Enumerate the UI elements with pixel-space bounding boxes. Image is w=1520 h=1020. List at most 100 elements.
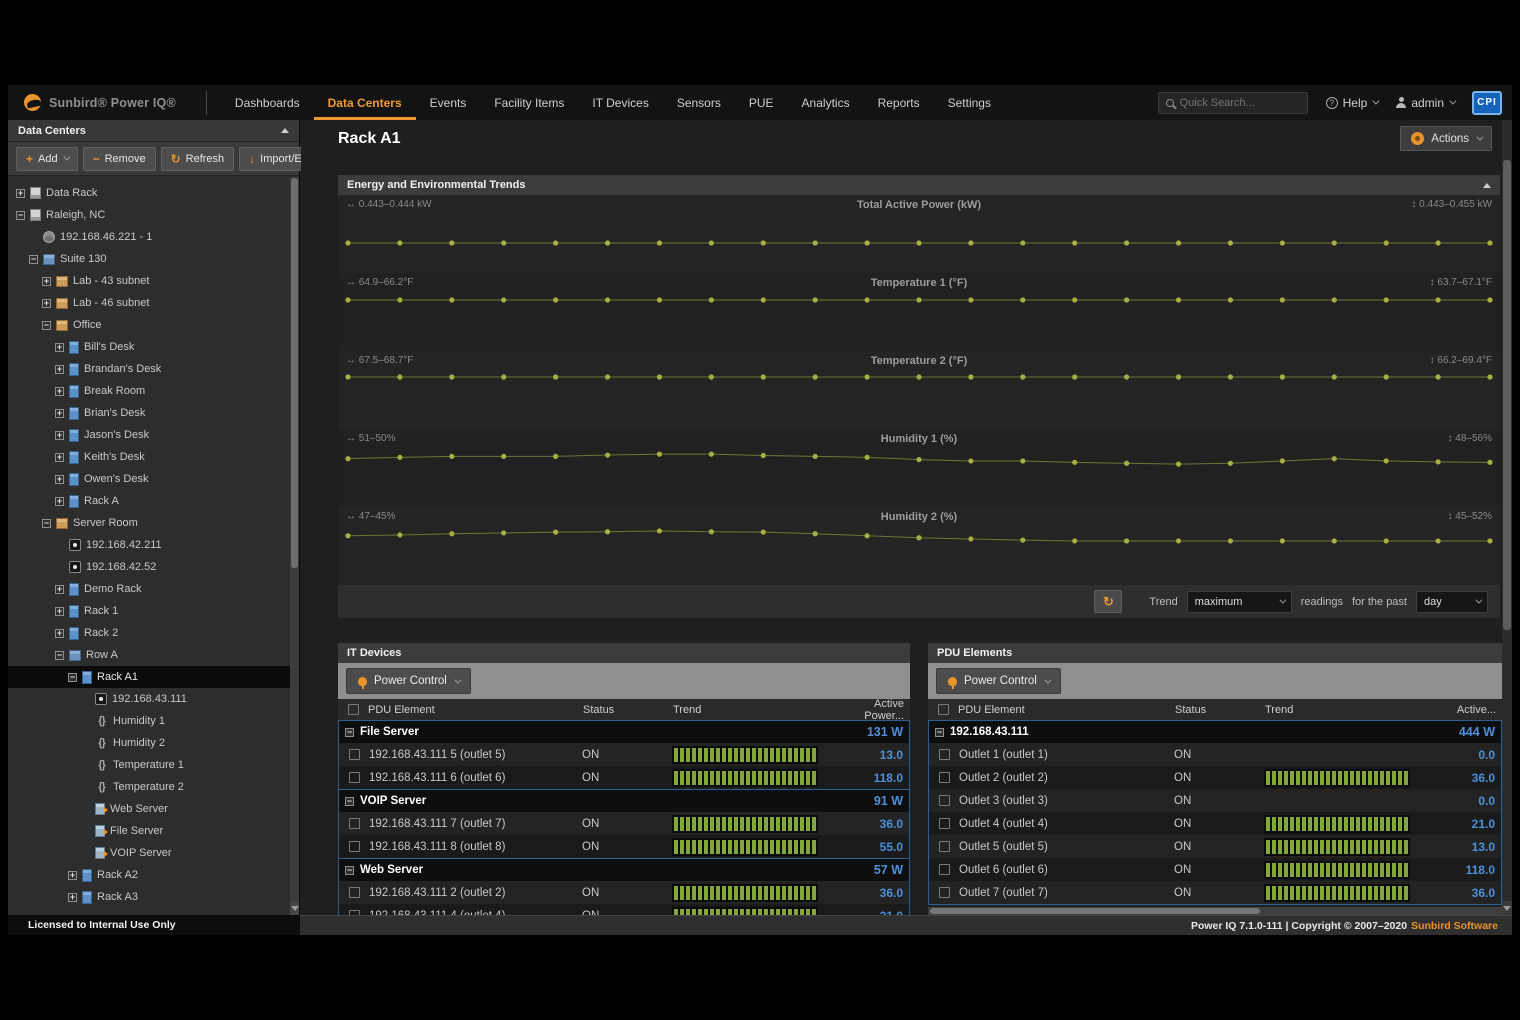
tree-item-192-168-46-221-1[interactable]: 192.168.46.221 - 1 xyxy=(8,226,290,248)
actions-button[interactable]: Actions xyxy=(1400,126,1492,151)
tree-item-owen-s-desk[interactable]: +Owen's Desk xyxy=(8,468,290,490)
expand-icon[interactable]: + xyxy=(55,629,64,638)
select-all-checkbox[interactable] xyxy=(938,704,949,715)
tree-item-voip-server[interactable]: VOIP Server xyxy=(8,842,290,864)
tree-item-file-server[interactable]: File Server xyxy=(8,820,290,842)
tree-item-brian-s-desk[interactable]: +Brian's Desk xyxy=(8,402,290,424)
tree-item-humidity-1[interactable]: {}Humidity 1 xyxy=(8,710,290,732)
tree-item-break-room[interactable]: +Break Room xyxy=(8,380,290,402)
group-header-row[interactable]: −VOIP Server91 W xyxy=(339,790,909,812)
table-row[interactable]: 192.168.43.111 5 (outlet 5)ON13.0 xyxy=(339,743,909,766)
tree-item-rack-a3[interactable]: +Rack A3 xyxy=(8,886,290,908)
collapse-group-icon[interactable]: − xyxy=(345,728,354,737)
tree-item-web-server[interactable]: Web Server xyxy=(8,798,290,820)
expand-icon[interactable]: + xyxy=(55,431,64,440)
nav-item-events[interactable]: Events xyxy=(416,85,481,120)
scrollbar-thumb[interactable] xyxy=(930,908,1260,914)
column-pdu-element[interactable]: PDU Element xyxy=(368,704,583,716)
tree-item-rack-a[interactable]: +Rack A xyxy=(8,490,290,512)
sidebar-header[interactable]: Data Centers xyxy=(8,120,299,142)
expand-icon[interactable]: + xyxy=(55,475,64,484)
collapse-icon[interactable]: − xyxy=(42,321,51,330)
table-row[interactable]: Outlet 2 (outlet 2)ON36.0 xyxy=(929,766,1501,789)
cpi-logo[interactable]: CPI xyxy=(1472,91,1502,115)
nav-item-sensors[interactable]: Sensors xyxy=(663,85,735,120)
tree-item-jason-s-desk[interactable]: +Jason's Desk xyxy=(8,424,290,446)
column-active-power[interactable]: Active Power... xyxy=(838,698,910,722)
group-header-row[interactable]: −File Server131 W xyxy=(339,721,909,743)
row-checkbox[interactable] xyxy=(939,795,950,806)
collapse-icon[interactable] xyxy=(281,128,289,133)
expand-icon[interactable]: + xyxy=(55,585,64,594)
expand-icon[interactable]: + xyxy=(42,277,51,286)
tree-item-temperature-2[interactable]: {}Temperature 2 xyxy=(8,776,290,798)
collapse-icon[interactable]: − xyxy=(55,651,64,660)
tree-item-rack-1[interactable]: +Rack 1 xyxy=(8,600,290,622)
expand-icon[interactable]: + xyxy=(55,409,64,418)
search-input[interactable] xyxy=(1180,97,1300,109)
scrollbar-thumb[interactable] xyxy=(291,178,298,568)
row-checkbox[interactable] xyxy=(349,749,360,760)
expand-icon[interactable]: + xyxy=(68,893,77,902)
expand-icon[interactable]: + xyxy=(16,189,25,198)
collapse-icon[interactable] xyxy=(1483,183,1491,188)
row-checkbox[interactable] xyxy=(939,772,950,783)
collapse-icon[interactable]: − xyxy=(68,673,77,682)
tree-item-bill-s-desk[interactable]: +Bill's Desk xyxy=(8,336,290,358)
tree-item-humidity-2[interactable]: {}Humidity 2 xyxy=(8,732,290,754)
table-row[interactable]: Outlet 5 (outlet 5)ON13.0 xyxy=(929,835,1501,858)
power-control-button[interactable]: Power Control xyxy=(936,668,1061,694)
table-row[interactable]: Outlet 3 (outlet 3)ON0.0 xyxy=(929,789,1501,812)
row-checkbox[interactable] xyxy=(349,818,360,829)
column-trend[interactable]: Trend xyxy=(1265,704,1430,716)
scroll-down-button[interactable] xyxy=(1502,901,1512,915)
add-button[interactable]: + Add xyxy=(16,147,78,171)
tree-item-raleigh-nc[interactable]: −Raleigh, NC xyxy=(8,204,290,226)
nav-item-analytics[interactable]: Analytics xyxy=(788,85,864,120)
tree-item-lab-43-subnet[interactable]: +Lab - 43 subnet xyxy=(8,270,290,292)
row-checkbox[interactable] xyxy=(349,841,360,852)
tree-item-rack-a1[interactable]: −Rack A1 xyxy=(8,666,290,688)
column-pdu-element[interactable]: PDU Element xyxy=(958,704,1175,716)
tree-item-demo-rack[interactable]: +Demo Rack xyxy=(8,578,290,600)
collapse-icon[interactable]: − xyxy=(16,211,25,220)
refresh-trend-button[interactable]: ↻ xyxy=(1094,590,1122,613)
tree-item-brandan-s-desk[interactable]: +Brandan's Desk xyxy=(8,358,290,380)
tree-item-lab-46-subnet[interactable]: +Lab - 46 subnet xyxy=(8,292,290,314)
tree-item-office[interactable]: −Office xyxy=(8,314,290,336)
column-status[interactable]: Status xyxy=(1175,704,1265,716)
trend-type-select[interactable]: maximum xyxy=(1187,591,1292,613)
table-row[interactable]: 192.168.43.111 6 (outlet 6)ON118.0 xyxy=(339,766,909,789)
column-active-power[interactable]: Active... xyxy=(1430,704,1502,716)
collapse-icon[interactable]: − xyxy=(29,255,38,264)
tree-item-row-a[interactable]: −Row A xyxy=(8,644,290,666)
column-trend[interactable]: Trend xyxy=(673,704,838,716)
expand-icon[interactable]: + xyxy=(55,365,64,374)
row-checkbox[interactable] xyxy=(939,887,950,898)
tree-item-temperature-1[interactable]: {}Temperature 1 xyxy=(8,754,290,776)
table-row[interactable]: 192.168.43.111 7 (outlet 7)ON36.0 xyxy=(339,812,909,835)
sunbird-software-link[interactable]: Sunbird Software xyxy=(1411,920,1498,932)
expand-icon[interactable]: + xyxy=(68,871,77,880)
tree-item-192-168-43-111[interactable]: 192.168.43.111 xyxy=(8,688,290,710)
group-header-row[interactable]: −192.168.43.111444 W xyxy=(929,721,1501,743)
nav-item-data-centers[interactable]: Data Centers xyxy=(314,85,416,120)
nav-item-dashboards[interactable]: Dashboards xyxy=(221,85,314,120)
row-checkbox[interactable] xyxy=(939,841,950,852)
group-header-row[interactable]: −Web Server57 W xyxy=(339,859,909,881)
nav-item-reports[interactable]: Reports xyxy=(864,85,934,120)
tree-item-keith-s-desk[interactable]: +Keith's Desk xyxy=(8,446,290,468)
trends-panel-header[interactable]: Energy and Environmental Trends xyxy=(338,175,1500,195)
expand-icon[interactable]: + xyxy=(42,299,51,308)
collapse-group-icon[interactable]: − xyxy=(935,728,944,737)
row-checkbox[interactable] xyxy=(939,749,950,760)
nav-item-pue[interactable]: PUE xyxy=(735,85,788,120)
tree-item-server-room[interactable]: −Server Room xyxy=(8,512,290,534)
collapse-group-icon[interactable]: − xyxy=(345,866,354,875)
table-row[interactable]: 192.168.43.111 4 (outlet 4)ON21.0 xyxy=(339,904,909,915)
table-row[interactable]: Outlet 1 (outlet 1)ON0.0 xyxy=(929,743,1501,766)
collapse-icon[interactable]: − xyxy=(42,519,51,528)
tree-item-rack-a2[interactable]: +Rack A2 xyxy=(8,864,290,886)
table-row[interactable]: 192.168.43.111 8 (outlet 8)ON55.0 xyxy=(339,835,909,858)
tree-item-data-rack[interactable]: +Data Rack xyxy=(8,182,290,204)
